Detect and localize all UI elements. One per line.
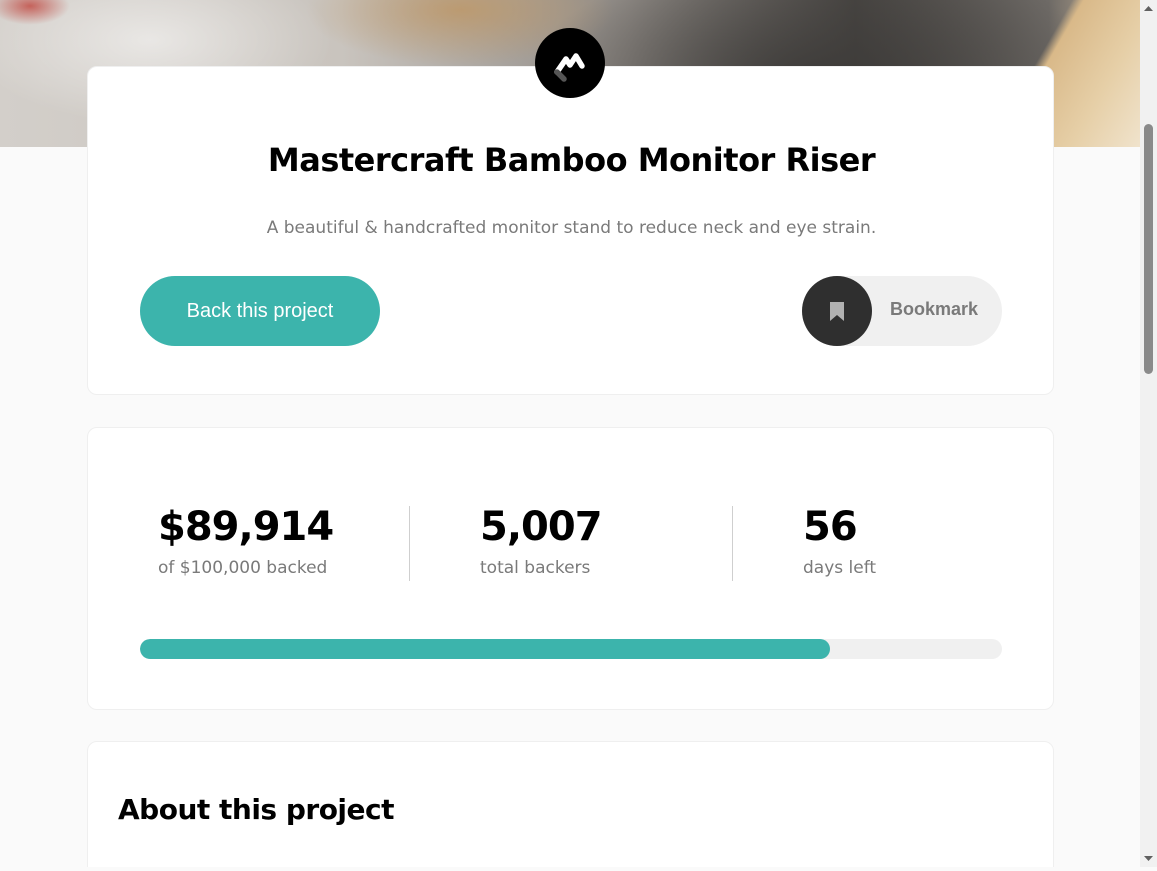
page-viewport: Mastercraft Bamboo Monitor Riser A beaut… xyxy=(0,0,1140,867)
arrow-up-icon[interactable] xyxy=(1140,0,1157,17)
stat-days-left: 56 days left xyxy=(803,500,876,578)
bookmark-icon xyxy=(830,302,844,321)
funding-progress-bar xyxy=(140,639,1002,659)
stat-backers: 5,007 total backers xyxy=(480,500,603,578)
back-project-button[interactable]: Back this project xyxy=(140,276,380,346)
project-title: Mastercraft Bamboo Monitor Riser xyxy=(267,141,876,179)
hero-image-detail xyxy=(0,0,70,25)
mastercraft-logo-icon xyxy=(535,28,605,98)
bookmark-icon-circle xyxy=(802,276,872,346)
vertical-scrollbar[interactable] xyxy=(1140,0,1157,867)
days-left-label: days left xyxy=(803,558,877,578)
about-card: About this project xyxy=(87,741,1054,867)
backers-label: total backers xyxy=(480,558,591,578)
project-description: A beautiful & handcrafted monitor stand … xyxy=(266,218,877,238)
bookmark-label: Bookmark xyxy=(890,299,979,319)
project-header-card: Mastercraft Bamboo Monitor Riser A beaut… xyxy=(87,66,1054,395)
stat-divider xyxy=(409,506,410,581)
logo-mark xyxy=(554,53,585,82)
backers-count: 5,007 xyxy=(480,504,603,550)
days-left-count: 56 xyxy=(803,504,858,550)
stat-divider xyxy=(732,506,733,581)
stat-backed: $89,914 of $100,000 backed xyxy=(158,500,334,578)
about-heading: About this project xyxy=(118,793,395,826)
bookmark-button[interactable]: Bookmark xyxy=(802,276,1002,346)
funding-progress-fill xyxy=(140,639,830,659)
backed-label: of $100,000 backed xyxy=(158,558,328,578)
arrow-down-icon[interactable] xyxy=(1140,850,1157,867)
backed-amount: $89,914 xyxy=(158,504,334,550)
scrollbar-thumb[interactable] xyxy=(1144,124,1153,374)
stats-card: $89,914 of $100,000 backed 5,007 total b… xyxy=(87,427,1054,710)
